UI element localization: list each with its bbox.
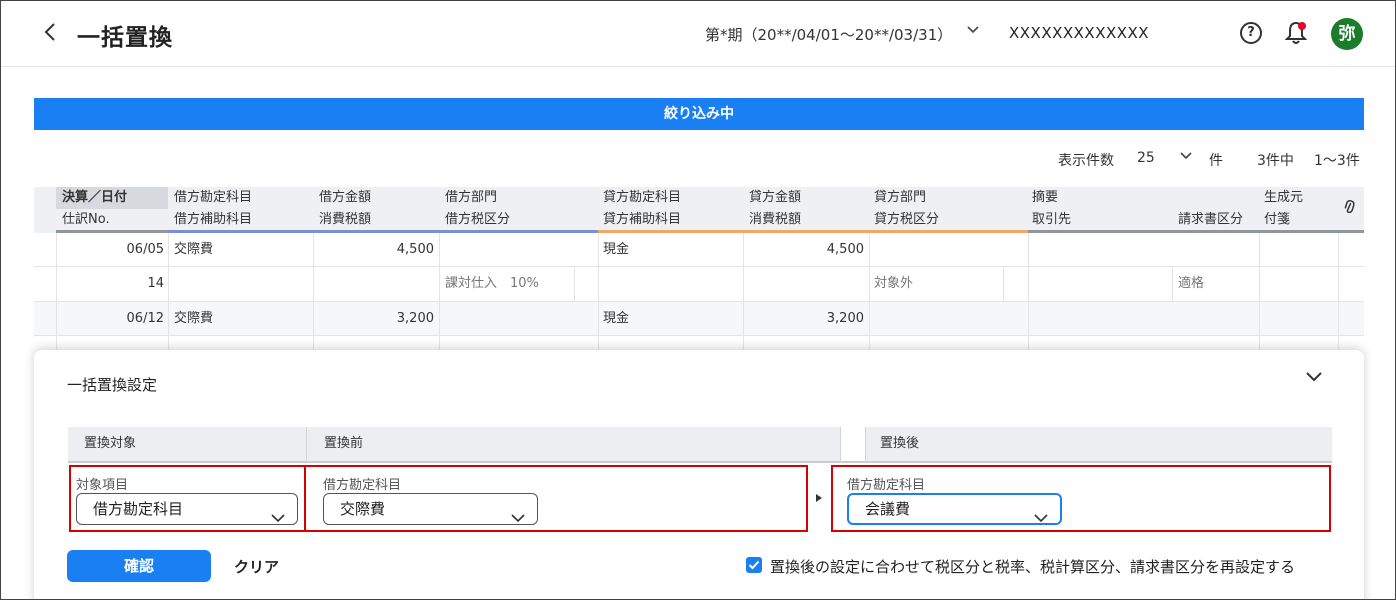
notification-badge (1298, 22, 1306, 30)
row-invoice-class: 適格 (1178, 276, 1205, 291)
grid-line (313, 233, 314, 353)
back-chevron-icon[interactable] (43, 21, 65, 47)
col-before: 置換前 (324, 436, 364, 451)
checkmark-icon (748, 560, 760, 570)
app-window: 一括置換 第*期（20**/04/01〜20**/03/31） XXXXXXXX… (0, 0, 1396, 600)
header-debit-amount[interactable]: 借方金額 (319, 187, 371, 209)
header-bar: 一括置換 第*期（20**/04/01〜20**/03/31） XXXXXXXX… (1, 1, 1395, 67)
grid-line (168, 233, 169, 353)
chevron-down-icon (271, 503, 285, 523)
header-credit-amount[interactable]: 貸方金額 (749, 187, 801, 209)
bulk-replace-panel: 一括置換設定 置換対象 置換前 置換後 対象項目 借方勘定科目 借方勘定科目 交… (34, 350, 1364, 599)
grid-line (598, 233, 599, 353)
per-page-select[interactable]: 25 (1137, 150, 1155, 166)
grid-line (439, 233, 440, 353)
after-value: 会議費 (865, 500, 911, 518)
row-credit-tax-class: 対象外 (874, 276, 914, 291)
confirm-button[interactable]: 確認 (67, 550, 211, 582)
row-credit-account: 現金 (603, 242, 630, 257)
row-credit-account: 現金 (603, 311, 630, 326)
row-debit-account: 交際費 (174, 311, 214, 326)
filter-banner: 絞り込み中 (34, 98, 1364, 130)
header-credit-tax-amount[interactable]: 消費税額 (749, 209, 801, 231)
chevron-down-icon[interactable] (1304, 370, 1328, 394)
header-partner[interactable]: 取引先 (1032, 209, 1071, 231)
header-date[interactable]: 決算／日付 (62, 187, 127, 209)
grid-line (1259, 233, 1260, 353)
row-debit-amount: 3,200 (396, 311, 434, 326)
header-journal-no[interactable]: 仕訳No. (62, 209, 110, 231)
target-select[interactable]: 借方勘定科目 (76, 493, 298, 525)
table-row[interactable]: 06/12 交際費 3,200 現金 3,200 (34, 302, 1364, 336)
arrow-right-icon (816, 494, 822, 502)
after-label: 借方勘定科目 (847, 478, 926, 493)
row-debit-amount: 4,500 (396, 242, 434, 257)
header-debit-sub[interactable]: 借方補助科目 (174, 209, 252, 231)
company-name[interactable]: XXXXXXXXXXXXX (1009, 24, 1149, 42)
before-label: 借方勘定科目 (323, 478, 402, 493)
header-sticky[interactable]: 付箋 (1264, 209, 1290, 231)
col-after: 置換後 (880, 436, 920, 451)
reset-option-label[interactable]: 置換後の設定に合わせて税区分と税率、税計算区分、請求書区分を再設定する (770, 556, 1295, 577)
row-date: 06/05 (126, 242, 164, 257)
grid-line (869, 233, 870, 353)
header-credit-account[interactable]: 貸方勘定科目 (603, 187, 681, 209)
divider (306, 427, 307, 463)
paperclip-icon[interactable] (1343, 199, 1355, 221)
grid-line (1028, 233, 1029, 353)
before-value: 交際費 (340, 500, 386, 518)
header-credit-dept[interactable]: 貸方部門 (874, 187, 926, 209)
row-credit-amount: 4,500 (826, 242, 864, 257)
settings-header: 置換対象 置換前 置換後 (68, 427, 1332, 463)
target-label: 対象項目 (76, 478, 129, 493)
reset-checkbox[interactable] (746, 557, 762, 573)
table-row[interactable]: 14 課対仕入 10% 対象外 適格 (34, 267, 1364, 302)
per-page-unit: 件 (1209, 153, 1223, 169)
chevron-down-icon (511, 503, 525, 523)
after-select[interactable]: 会議費 (847, 493, 1062, 525)
chevron-down-icon (1034, 504, 1048, 523)
grid-line (1172, 267, 1173, 302)
header-credit-tax-class[interactable]: 貸方税区分 (874, 209, 939, 231)
avatar[interactable]: 弥 (1331, 18, 1363, 50)
grid-line (56, 233, 57, 353)
header-summary[interactable]: 摘要 (1032, 187, 1058, 209)
chevron-down-icon[interactable] (1180, 148, 1192, 164)
header-credit-sub[interactable]: 貸方補助科目 (603, 209, 681, 231)
row-journal-no: 14 (147, 276, 164, 291)
total-count: 3件中 (1257, 153, 1294, 169)
header-debit-dept[interactable]: 借方部門 (445, 187, 497, 209)
grid-line (1003, 267, 1004, 302)
per-page-label: 表示件数 (1058, 153, 1114, 169)
row-date: 06/12 (126, 311, 164, 326)
table-header: 決算／日付 借方勘定科目 借方金額 借方部門 貸方勘定科目 貸方金額 貸方部門 … (34, 187, 1364, 233)
row-debit-account: 交際費 (174, 242, 214, 257)
chevron-down-icon[interactable] (967, 23, 979, 38)
row-credit-amount: 3,200 (826, 311, 864, 326)
help-icon[interactable]: ? (1240, 22, 1262, 44)
header-source[interactable]: 生成元 (1264, 187, 1303, 209)
row-debit-tax-class: 課対仕入 10% (445, 276, 539, 291)
grid-line (1338, 233, 1339, 353)
header-debit-account[interactable]: 借方勘定科目 (174, 187, 252, 209)
range-text: 1〜3件 (1314, 153, 1360, 169)
col-target: 置換対象 (84, 436, 137, 451)
header-invoice-class[interactable]: 請求書区分 (1178, 209, 1243, 231)
header-debit-tax-amount[interactable]: 消費税額 (319, 209, 371, 231)
target-value: 借方勘定科目 (93, 500, 184, 518)
grid-line (574, 267, 575, 302)
table-row[interactable]: 06/05 交際費 4,500 現金 4,500 (34, 233, 1364, 267)
grid-line (743, 233, 744, 353)
divider (865, 427, 866, 463)
before-select[interactable]: 交際費 (323, 493, 538, 525)
header-debit-tax-class[interactable]: 借方税区分 (445, 209, 510, 231)
period-selector[interactable]: 第*期（20**/04/01〜20**/03/31） (705, 24, 952, 45)
page-title: 一括置換 (77, 25, 173, 51)
panel-title: 一括置換設定 (67, 376, 158, 394)
clear-button[interactable]: クリア (234, 556, 279, 577)
